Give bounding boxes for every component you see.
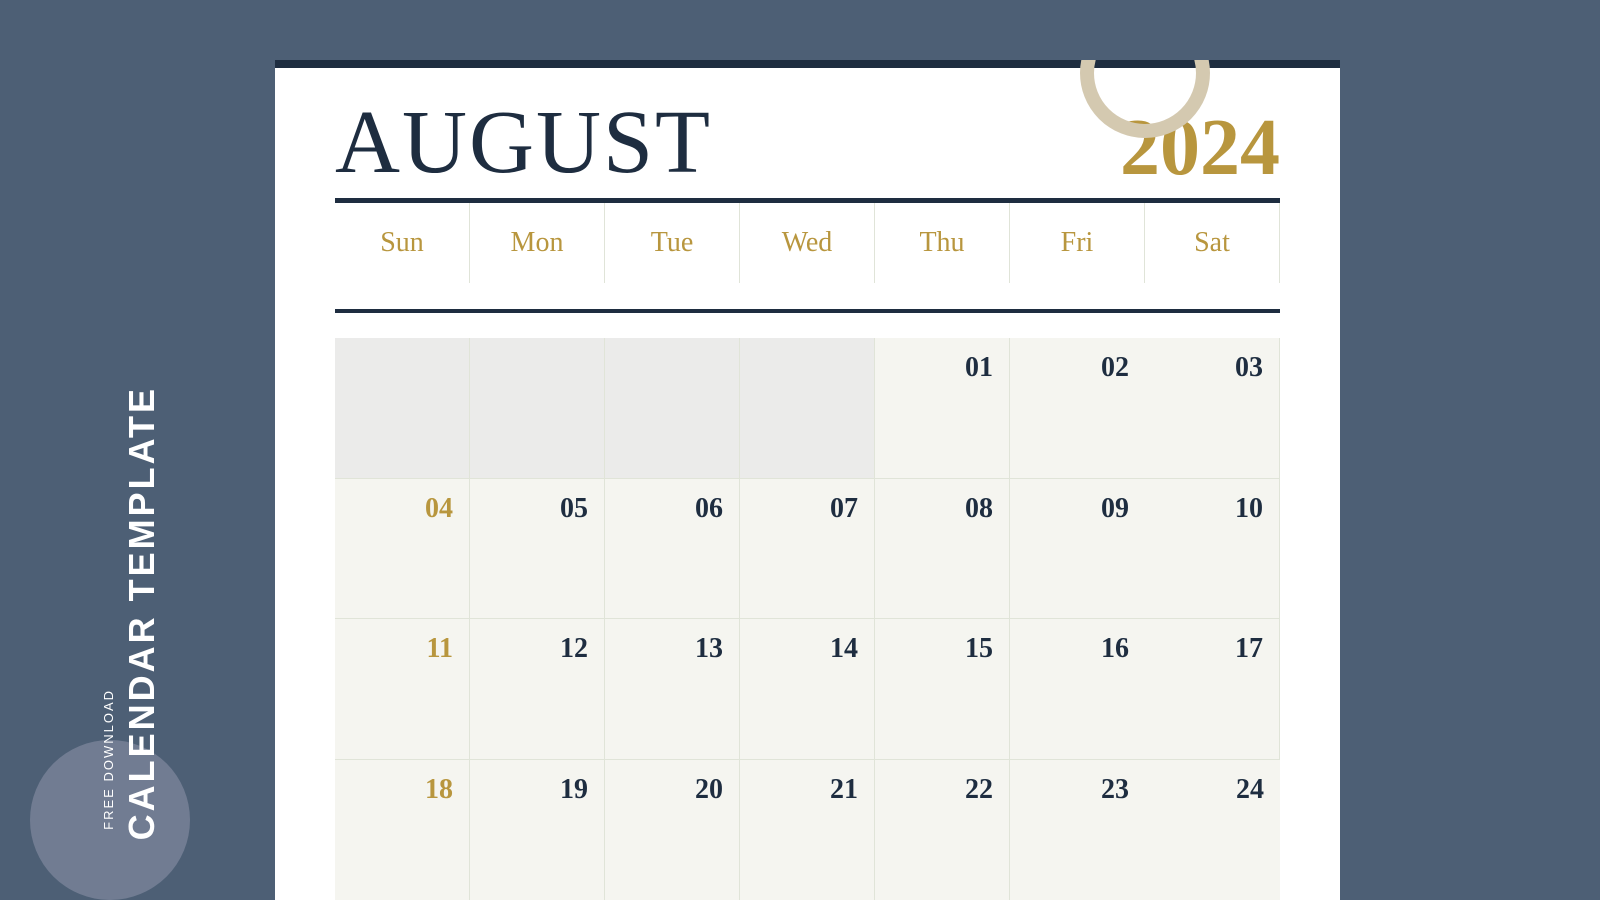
calendar-panel: AUGUST 2024 Sun Mon Tue Wed Thu Fri Sat … — [275, 60, 1340, 900]
table-row: 03 — [1145, 338, 1280, 479]
table-row: 24 — [1145, 760, 1280, 900]
day-header-thu: Thu — [875, 203, 1010, 283]
table-row: 10 — [1145, 479, 1280, 620]
day-header-tue: Tue — [605, 203, 740, 283]
day-header-wed: Wed — [740, 203, 875, 283]
calendar-grid: Sun Mon Tue Wed Thu Fri Sat 01 02 03 04 … — [335, 203, 1280, 900]
table-row: 15 — [875, 619, 1010, 760]
table-row: 20 — [605, 760, 740, 900]
table-row: 14 — [740, 619, 875, 760]
table-row: 21 — [740, 760, 875, 900]
day-header-sun: Sun — [335, 203, 470, 283]
table-row: 02 — [1010, 338, 1145, 479]
table-row: 23 — [1010, 760, 1145, 900]
table-row: 11 — [335, 619, 470, 760]
table-row: 12 — [470, 619, 605, 760]
table-row: 18 — [335, 760, 470, 900]
table-row: 04 — [335, 479, 470, 620]
day-header-sat: Sat — [1145, 203, 1280, 283]
table-row: 22 — [875, 760, 1010, 900]
day-header-divider — [335, 309, 1280, 313]
sidebar-free-download-label: FREE DOWNLOAD — [101, 689, 116, 830]
header-area: AUGUST 2024 — [275, 68, 1340, 198]
table-row: 01 — [875, 338, 1010, 479]
month-title: AUGUST — [335, 98, 712, 188]
table-row: 09 — [1010, 479, 1145, 620]
table-row — [740, 338, 875, 479]
sidebar-text-wrapper: FREE DOWNLOAD CALENDAR TEMPLATE — [101, 386, 160, 840]
sidebar-calendar-template-label: CALENDAR TEMPLATE — [124, 386, 160, 840]
table-row: 19 — [470, 760, 605, 900]
table-row: 07 — [740, 479, 875, 620]
day-header-fri: Fri — [1010, 203, 1145, 283]
table-row: 05 — [470, 479, 605, 620]
table-row — [335, 338, 470, 479]
table-row: 06 — [605, 479, 740, 620]
sidebar: FREE DOWNLOAD CALENDAR TEMPLATE — [0, 0, 260, 900]
table-row: 17 — [1145, 619, 1280, 760]
table-row: 08 — [875, 479, 1010, 620]
day-header-mon: Mon — [470, 203, 605, 283]
table-row: 13 — [605, 619, 740, 760]
table-row — [605, 338, 740, 479]
table-row — [470, 338, 605, 479]
table-row: 16 — [1010, 619, 1145, 760]
